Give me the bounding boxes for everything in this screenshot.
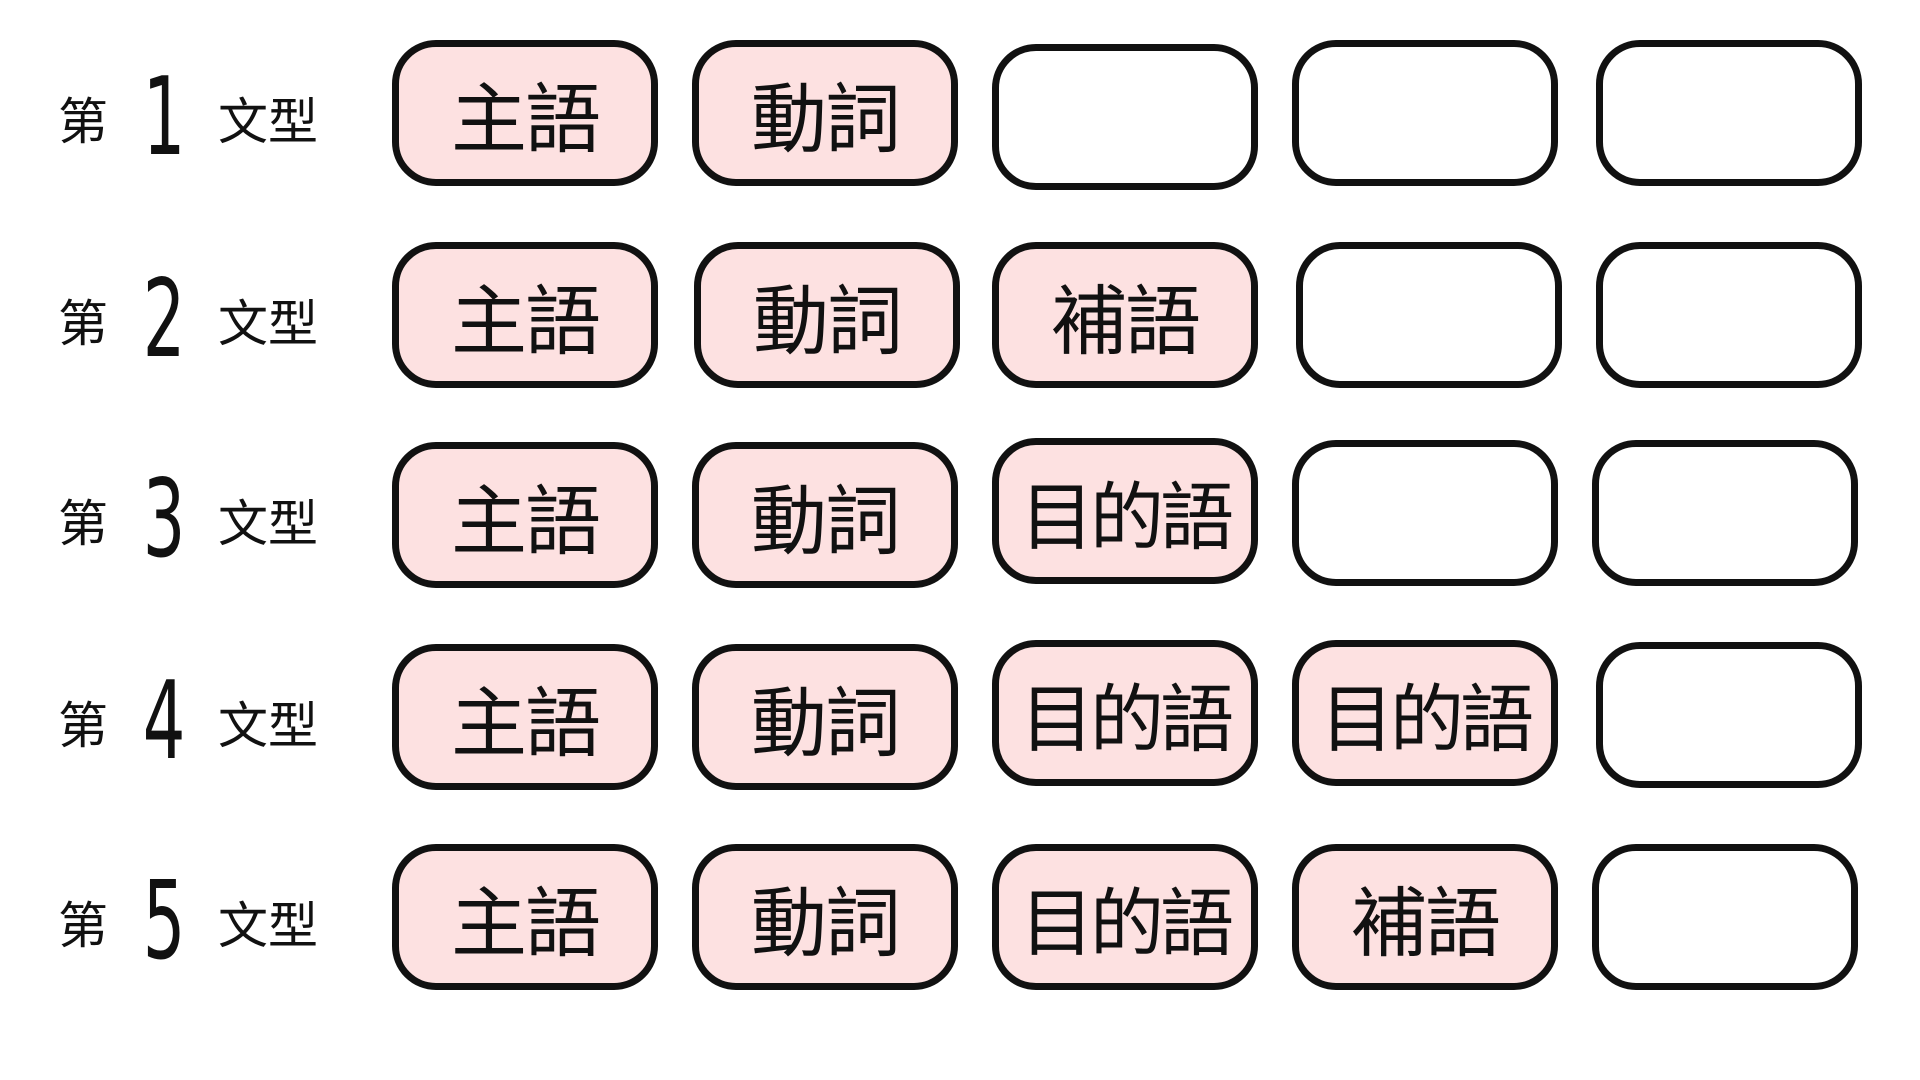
slot-complement: 補語: [1292, 844, 1558, 990]
pattern-number: 4: [142, 659, 186, 784]
label-prefix: 第: [58, 295, 108, 353]
label-suffix: 文型: [218, 697, 318, 755]
pattern-row-4: 第 4 文型 主語 動詞 目的語 目的語: [0, 640, 1920, 800]
label-prefix: 第: [58, 495, 108, 553]
slot-empty: [992, 44, 1258, 190]
label-suffix: 文型: [218, 93, 318, 151]
slot-empty: [1296, 242, 1562, 388]
label-suffix: 文型: [218, 495, 318, 553]
pattern-number: 3: [142, 457, 186, 582]
pattern-number: 1: [142, 55, 186, 180]
pattern-row-1: 第 1 文型 主語 動詞: [0, 40, 1920, 196]
slot-subject: 主語: [392, 844, 658, 990]
slot-subject: 主語: [392, 442, 658, 588]
slot-empty: [1592, 440, 1858, 586]
slot-empty: [1596, 242, 1862, 388]
label-prefix: 第: [58, 93, 108, 151]
pattern-number: 5: [142, 859, 186, 984]
slot-object: 目的語: [1292, 640, 1558, 786]
pattern-row-5: 第 5 文型 主語 動詞 目的語 補語: [0, 844, 1920, 1000]
slot-verb: 動詞: [692, 844, 958, 990]
slot-object: 目的語: [992, 844, 1258, 990]
slot-empty: [1292, 40, 1558, 186]
pattern-label: 第 4 文型: [58, 644, 378, 800]
pattern-row-2: 第 2 文型 主語 動詞 補語: [0, 242, 1920, 398]
slot-object: 目的語: [992, 438, 1258, 584]
pattern-label: 第 3 文型: [58, 442, 378, 598]
label-suffix: 文型: [218, 295, 318, 353]
slot-subject: 主語: [392, 644, 658, 790]
slot-subject: 主語: [392, 242, 658, 388]
label-suffix: 文型: [218, 897, 318, 955]
pattern-label: 第 2 文型: [58, 242, 378, 398]
pattern-number: 2: [142, 257, 186, 382]
slot-verb: 動詞: [694, 242, 960, 388]
slot-verb: 動詞: [692, 644, 958, 790]
slot-empty: [1292, 440, 1558, 586]
pattern-row-3: 第 3 文型 主語 動詞 目的語: [0, 438, 1920, 598]
label-prefix: 第: [58, 697, 108, 755]
slot-empty: [1596, 40, 1862, 186]
pattern-label: 第 1 文型: [58, 40, 378, 196]
slot-verb: 動詞: [692, 442, 958, 588]
sentence-pattern-diagram: 第 1 文型 主語 動詞 第 2 文型 主語 動詞 補語 第 3 文型 主語 動…: [0, 0, 1920, 1080]
pattern-label: 第 5 文型: [58, 844, 378, 1000]
slot-object: 目的語: [992, 640, 1258, 786]
slot-verb: 動詞: [692, 40, 958, 186]
slot-empty: [1596, 642, 1862, 788]
label-prefix: 第: [58, 897, 108, 955]
slot-subject: 主語: [392, 40, 658, 186]
slot-complement: 補語: [992, 242, 1258, 388]
slot-empty: [1592, 844, 1858, 990]
